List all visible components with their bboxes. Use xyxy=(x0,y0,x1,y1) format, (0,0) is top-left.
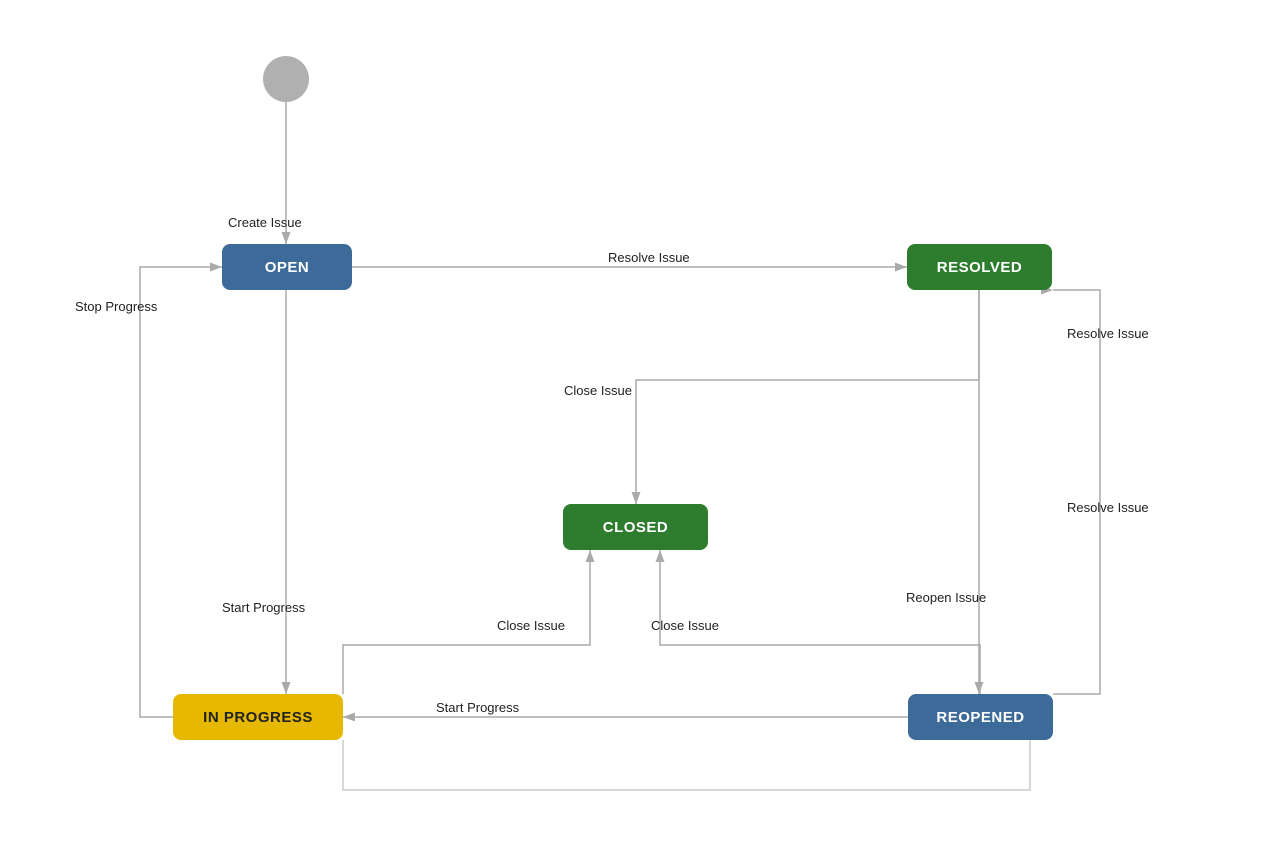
state-reopened: REOPENED xyxy=(908,694,1053,740)
label-close-issue-2: Close Issue xyxy=(497,618,565,633)
state-diagram: Create Issue Resolve Issue Close Issue S… xyxy=(0,0,1268,853)
label-reopen-issue: Reopen Issue xyxy=(906,590,986,605)
start-circle xyxy=(263,56,309,102)
state-open: OPEN xyxy=(222,244,352,290)
state-resolved: RESOLVED xyxy=(907,244,1052,290)
label-start-progress-1: Start Progress xyxy=(222,600,305,615)
state-closed: CLOSED xyxy=(563,504,708,550)
label-resolve-issue-2: Resolve Issue xyxy=(1067,326,1149,341)
label-close-issue-3: Close Issue xyxy=(651,618,719,633)
label-stop-progress: Stop Progress xyxy=(75,299,157,314)
label-resolve-issue-3: Resolve Issue xyxy=(1067,500,1149,515)
label-resolve-issue-1: Resolve Issue xyxy=(608,250,690,265)
label-start-progress-2: Start Progress xyxy=(436,700,519,715)
label-create-issue: Create Issue xyxy=(228,215,302,230)
label-close-issue-1: Close Issue xyxy=(564,383,632,398)
state-in-progress: IN PROGRESS xyxy=(173,694,343,740)
